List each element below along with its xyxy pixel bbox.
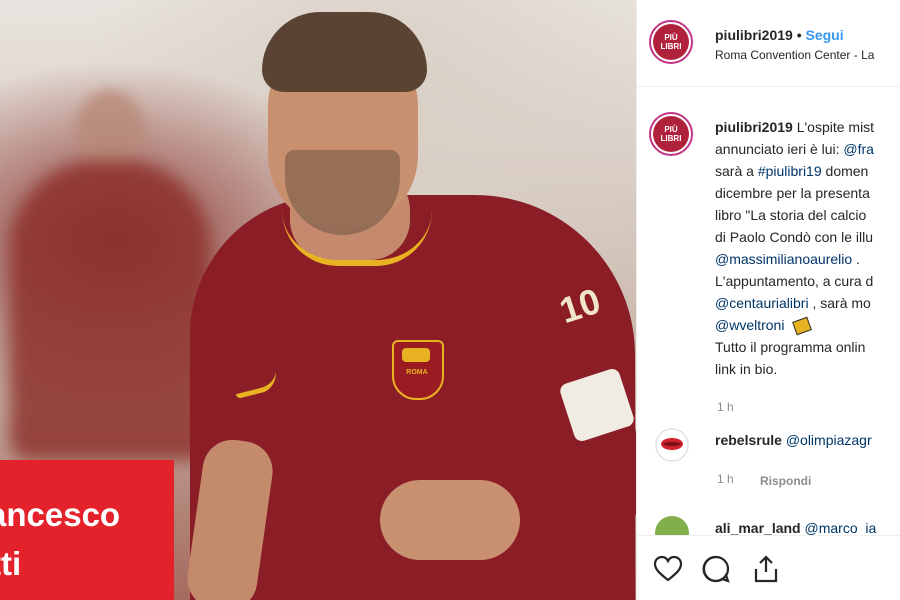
comment-1-reply-button[interactable]: Rispondi bbox=[760, 474, 811, 488]
heart-icon[interactable] bbox=[653, 554, 683, 584]
header-separator: • bbox=[796, 27, 802, 43]
caption-text-7-tail: . bbox=[852, 251, 860, 267]
caption-line-10: @wveltroni bbox=[715, 314, 813, 336]
caption-line-1: piulibri2019 L'ospite mist bbox=[715, 116, 874, 138]
comment-2-username[interactable]: ali_mar_land bbox=[715, 520, 801, 536]
caption-line-11: Tutto il programma onlin bbox=[715, 339, 866, 355]
caption-username[interactable]: piulibri2019 bbox=[715, 119, 793, 135]
crest-wolf-icon bbox=[402, 348, 430, 362]
header-username[interactable]: piulibri2019 bbox=[715, 27, 793, 43]
header-user-line: piulibri2019 • Segui bbox=[715, 27, 844, 43]
caption-line-9: @centaurialibri , sarà mo bbox=[715, 292, 871, 314]
comment-2-mention[interactable]: @marco_ia bbox=[805, 520, 877, 536]
caption-line-4: dicembre per la presenta bbox=[715, 185, 870, 201]
comment-1-timestamp[interactable]: 1 h bbox=[717, 472, 734, 486]
player-hair bbox=[262, 12, 427, 92]
comment-icon[interactable] bbox=[701, 554, 731, 584]
mention-centauria-link[interactable]: @centaurialibri bbox=[715, 295, 809, 311]
caption-line-7: @massimilianoaurelio . bbox=[715, 248, 860, 270]
share-icon[interactable] bbox=[751, 554, 781, 584]
caption-line-2: annunciato ieri è lui: @fra bbox=[715, 138, 874, 160]
follow-button[interactable]: Segui bbox=[806, 27, 844, 43]
profile-avatar[interactable]: PIÙ LIBRI bbox=[649, 20, 693, 64]
lips-avatar-icon bbox=[655, 428, 689, 462]
mention-veltroni-link[interactable]: @wveltroni bbox=[715, 317, 784, 333]
mention-fra-link[interactable]: @fra bbox=[843, 141, 874, 157]
avatar-logo: PIÙ LIBRI bbox=[653, 24, 689, 60]
comment-1-mention[interactable]: @olimpiazagr bbox=[786, 432, 872, 448]
banner-name-line1: ancesco bbox=[0, 496, 121, 533]
caption-text-3-tail: domen bbox=[821, 163, 869, 179]
post-actions bbox=[637, 535, 900, 600]
post-photo[interactable]: 10 ROMA ancesco tti bbox=[0, 0, 636, 600]
caption-line-8: L'appuntamento, a cura d bbox=[715, 273, 874, 289]
background-player bbox=[10, 160, 210, 460]
caption-line-3: sarà a #piulibri19 domen bbox=[715, 160, 868, 182]
caption-avatar[interactable]: PIÙ LIBRI bbox=[649, 112, 693, 156]
caption-text-9-tail: , sarà mo bbox=[808, 295, 871, 311]
caption-text-2: annunciato ieri è lui: bbox=[715, 141, 844, 157]
caption-line-12: link in bio. bbox=[715, 361, 778, 377]
caption-text-1: L'ospite mist bbox=[796, 119, 875, 135]
post-sidebar: PIÙ LIBRI piulibri2019 • Segui Roma Conv… bbox=[636, 0, 900, 600]
caption-timestamp[interactable]: 1 h bbox=[717, 400, 734, 414]
book-emoji-icon bbox=[792, 316, 813, 336]
caption-line-6: di Paolo Condò con le illu bbox=[715, 229, 873, 245]
comment-1-username[interactable]: rebelsrule bbox=[715, 432, 782, 448]
caption-line-5: libro "La storia del calcio bbox=[715, 207, 867, 223]
background-player-head bbox=[75, 90, 145, 170]
mention-massimiliano-link[interactable]: @massimilianoaurelio bbox=[715, 251, 852, 267]
caption-text-3: sarà a bbox=[715, 163, 758, 179]
crest-text: ROMA bbox=[406, 369, 428, 376]
comment-2-line: ali_mar_land @marco_ia bbox=[715, 520, 876, 536]
location-link[interactable]: Roma Convention Center - La bbox=[715, 48, 874, 62]
banner-name-line2: tti bbox=[0, 545, 22, 582]
player-hand bbox=[380, 480, 520, 560]
post-header: PIÙ LIBRI piulibri2019 • Segui Roma Conv… bbox=[637, 0, 900, 87]
caption-avatar-logo: PIÙ LIBRI bbox=[653, 116, 689, 152]
hashtag-link[interactable]: #piulibri19 bbox=[758, 163, 822, 179]
comment-1-line: rebelsrule @olimpiazagr bbox=[715, 432, 872, 448]
comment-avatar-rebelsrule[interactable] bbox=[655, 428, 689, 462]
